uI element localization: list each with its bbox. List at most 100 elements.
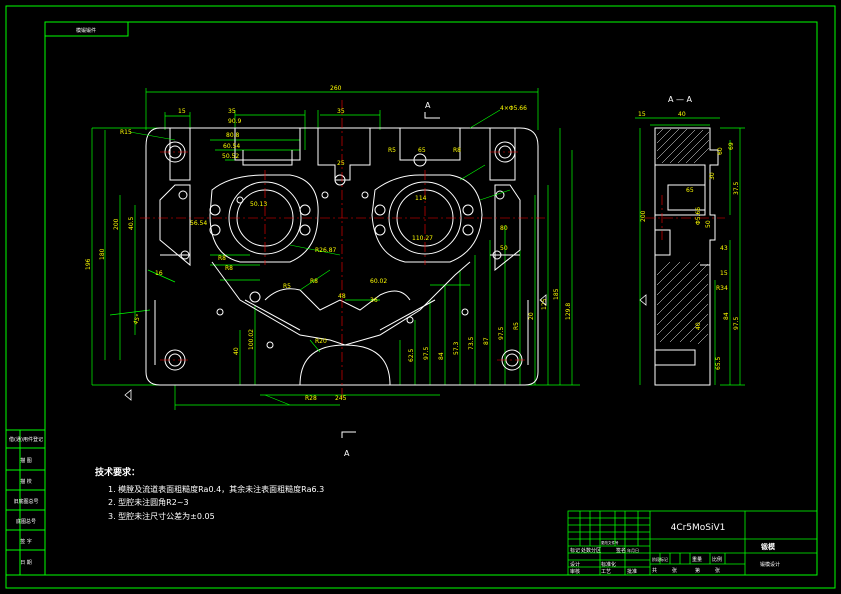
- tb-label: 重量: [692, 556, 702, 563]
- dim-label: 40: [678, 111, 686, 118]
- dim-label: 35: [337, 108, 345, 115]
- main-view: A A 260 35 90.9 80.8 60.54 50.52 35 25 R…: [85, 85, 580, 458]
- section-marker-bottom: A: [344, 449, 350, 458]
- dim-label: 97.5: [498, 326, 505, 340]
- drawing-code-label: 锻模设计: [760, 561, 780, 568]
- dim-label: 87: [483, 337, 490, 345]
- material-label: 4Cr5MoSiV1: [671, 523, 726, 533]
- dim-label: R20: [315, 338, 327, 345]
- tb-label: 比例: [712, 556, 722, 563]
- notes-title: 技术要求：: [95, 466, 140, 478]
- tb-label: 标准化: [601, 561, 616, 568]
- notes-item: 1. 模膛及流道表面粗糙度Ra0.4，其余未注表面粗糙度Ra6.3: [108, 484, 324, 494]
- top-label-text: 模锻锻件: [76, 27, 96, 34]
- dim-label: 196: [85, 258, 92, 270]
- dim-label: 200: [113, 218, 120, 230]
- dim-label: 185: [553, 288, 560, 300]
- cad-drawing: 模锻锻件 借(通)用件登记 描 图 描 校 旧底图总号 底图总号 签 字 日 期: [5, 5, 836, 589]
- title-block-labels: 标记 处数 分区 更改文件号 签名 年月日 设计 标准化 审核 工艺 批准 阶段…: [570, 540, 722, 575]
- dim-label: 50: [500, 245, 508, 252]
- dim-label: 80: [500, 225, 508, 232]
- dim-label: R8: [225, 265, 233, 272]
- dim-label: 50.13: [250, 201, 267, 208]
- side-label: 描 图: [20, 457, 32, 464]
- dim-label: 65: [686, 187, 694, 194]
- dim-label: 90.9: [228, 118, 242, 125]
- section-view: A — A 15 40 65 43 R34 15 60 69 37.5 30 2…: [635, 95, 745, 386]
- dim-label: 84: [438, 352, 445, 360]
- tb-label: 第: [695, 567, 700, 574]
- dim-label: 50: [705, 220, 712, 228]
- dim-label: 129.8: [565, 303, 572, 320]
- side-label: 日 期: [20, 560, 32, 566]
- tb-label: 更改文件号: [601, 540, 619, 545]
- section-title: A — A: [668, 95, 693, 104]
- dim-label: 60: [717, 147, 724, 155]
- tb-label: 设计: [570, 561, 580, 568]
- dim-label: 65: [418, 147, 426, 154]
- dim-label: 60.54: [223, 143, 240, 150]
- dim-label: 35: [228, 108, 236, 115]
- tb-label: 标记: [570, 547, 580, 554]
- dim-label: Φ5.66: [695, 207, 702, 225]
- dim-label: R15: [120, 129, 132, 136]
- side-label: 底图总号: [16, 518, 36, 525]
- notes-item: 2. 型腔未注圆角R2~3: [108, 497, 189, 507]
- dim-label: 40: [233, 347, 240, 355]
- dim-label: 114: [415, 195, 427, 202]
- dim-label: 45°: [132, 313, 142, 325]
- dim-label: 56.54: [190, 220, 207, 227]
- dim-label: 48: [338, 293, 346, 300]
- tb-label: 审核: [570, 568, 580, 575]
- dim-label: 40: [695, 322, 702, 330]
- tb-label: 张: [715, 567, 720, 574]
- dim-label: 16: [155, 270, 163, 277]
- dim-label: R8: [453, 147, 461, 154]
- tb-label: 张: [672, 567, 677, 574]
- dim-label: 50.52: [222, 153, 239, 160]
- dim-label: 15: [638, 111, 646, 118]
- dim-label: R8: [310, 278, 318, 285]
- tb-label: 签名: [616, 547, 626, 554]
- tb-label: 阶段标记: [652, 556, 668, 562]
- dim-label: 36: [370, 297, 378, 304]
- dim-label: 15: [720, 270, 728, 277]
- side-label: 描 校: [20, 478, 32, 485]
- dim-label: 37.5: [733, 181, 740, 195]
- tb-label: 处数: [581, 547, 591, 554]
- tb-label: 分区: [591, 547, 601, 554]
- technical-notes: 技术要求： 1. 模膛及流道表面粗糙度Ra0.4，其余未注表面粗糙度Ra6.3 …: [95, 466, 324, 521]
- datum-triangle: [124, 389, 132, 401]
- dim-label: 110.27: [412, 235, 433, 242]
- dim-label: 60.02: [370, 278, 387, 285]
- dim-label: R26.87: [315, 247, 337, 254]
- notes-item: 3. 型腔未注尺寸公差为±0.05: [108, 511, 215, 521]
- dim-label: 84: [723, 312, 730, 320]
- dim-label: 62.5: [408, 348, 415, 362]
- side-label: 旧底图总号: [13, 498, 38, 505]
- dim-label: R5: [388, 147, 396, 154]
- dim-label: 100.02: [248, 329, 255, 350]
- dim-label: 245: [335, 395, 347, 402]
- side-strip: 借(通)用件登记 描 图 描 校 旧底图总号 底图总号 签 字 日 期: [5, 429, 46, 576]
- dim-label: 25: [337, 160, 345, 167]
- dim-label: 43: [720, 245, 728, 252]
- dim-label: 57.3: [453, 341, 460, 355]
- dim-label: 73.5: [468, 336, 475, 350]
- dim-label: 20: [528, 312, 535, 320]
- dim-label: 65.5: [715, 356, 722, 370]
- dim-label: 4×Φ5.66: [500, 105, 527, 112]
- dim-label: R34: [716, 285, 728, 292]
- tb-label: 年月日: [627, 547, 639, 553]
- dim-label: 80.8: [226, 132, 240, 139]
- dim-label: 180: [99, 248, 106, 260]
- tb-label: 共: [652, 567, 657, 574]
- dim-label: 200: [640, 210, 647, 222]
- dim-label: 40.5: [128, 216, 135, 230]
- dim-label: R5: [283, 283, 291, 290]
- dim-label: 30: [709, 172, 716, 180]
- dim-label: 15: [178, 108, 186, 115]
- part-name-label: 锻模: [761, 542, 776, 551]
- dim-label: 97.5: [423, 346, 430, 360]
- dim-label: R28: [305, 395, 317, 402]
